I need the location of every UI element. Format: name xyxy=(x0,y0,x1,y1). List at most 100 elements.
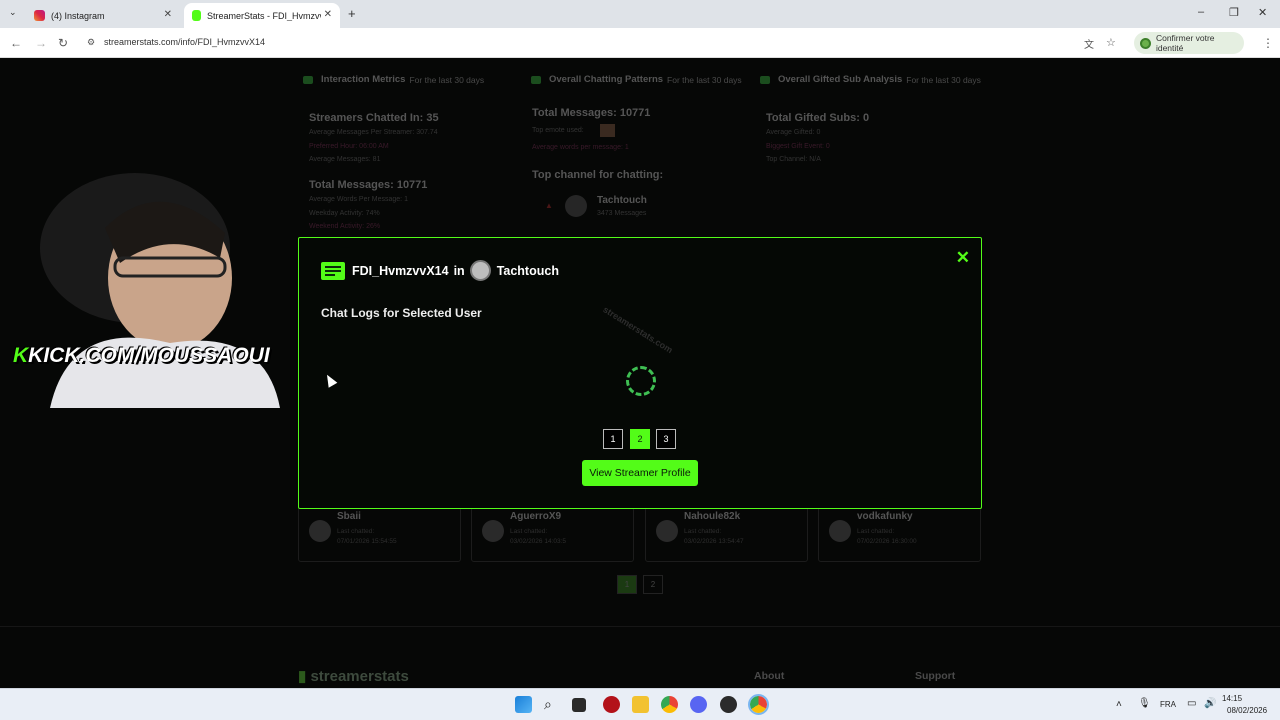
streamerstats-icon xyxy=(192,10,201,21)
page-button-2[interactable]: 2 xyxy=(643,575,663,594)
modal-title: FDI_HvmzvvX14 in Tachtouch xyxy=(321,260,559,281)
section-title: Overall Chatting Patterns xyxy=(549,74,664,85)
weekend-activity: Weekend Activity: 26% xyxy=(309,223,381,230)
avatar xyxy=(309,520,331,542)
close-tab-icon[interactable]: ✕ xyxy=(164,9,172,20)
clock-date[interactable]: 08/02/2026 xyxy=(1227,706,1267,715)
card-sub: Last chatted: xyxy=(510,528,548,535)
back-icon[interactable]: ← xyxy=(10,36,22,50)
modal-channel-name: Tachtouch xyxy=(496,263,559,278)
tab-label: StreamerStats - FDI_HvmzvvX14 xyxy=(207,10,321,21)
kick-channel-overlay: KKICK.COM/MOUSSAOUI xyxy=(13,344,270,367)
footer-about[interactable]: About xyxy=(754,670,784,682)
footer-divider xyxy=(0,626,1280,627)
window-close-icon[interactable]: ✕ xyxy=(1258,6,1267,19)
windows-taskbar: ⌕ ˄ 🎙 FRA ▭ 🔊 14:15 08/02/2026 xyxy=(0,688,1280,720)
webcam-overlay xyxy=(10,168,300,408)
file-explorer-icon[interactable] xyxy=(632,696,649,713)
loading-spinner-icon xyxy=(626,366,656,396)
tray-chevron-icon[interactable]: ˄ xyxy=(1116,699,1122,710)
restore-icon[interactable]: ❐ xyxy=(1229,6,1239,19)
modal-in-text: in xyxy=(453,263,465,278)
view-streamer-profile-button[interactable]: View Streamer Profile xyxy=(582,460,698,486)
chart-icon xyxy=(760,75,770,84)
section-subtitle: For the last 30 days xyxy=(906,74,981,85)
minimize-icon[interactable]: – xyxy=(1198,6,1204,18)
chat-logs-modal: FDI_HvmzvvX14 in Tachtouch ✕ Chat Logs f… xyxy=(298,237,982,509)
streamer-webcam-image xyxy=(40,173,280,408)
chart-icon xyxy=(303,75,313,84)
avg-messages: Average Messages: 81 xyxy=(309,156,381,163)
chrome-icon[interactable] xyxy=(661,696,678,713)
volume-icon[interactable]: 🔊 xyxy=(1204,698,1216,709)
modal-username: FDI_HvmzvvX14 xyxy=(352,263,449,278)
tab-streamerstats[interactable]: StreamerStats - FDI_HvmzvvX14 ✕ xyxy=(184,3,340,28)
menu-icon[interactable]: ⋮ xyxy=(1262,36,1274,50)
identity-button[interactable]: Confirmer votre identité xyxy=(1134,32,1244,54)
bookmark-star-icon[interactable]: ☆ xyxy=(1106,36,1116,49)
streamer-card[interactable]: AguerroX9 Last chatted: 03/02/2026 14:03… xyxy=(471,507,634,562)
translate-icon[interactable]: 文 xyxy=(1084,36,1094,51)
card-date: 07/02/2026 16:30:00 xyxy=(857,538,917,545)
top-channel-gift: Top Channel: N/A xyxy=(766,156,821,163)
avg-words-mid: Average words per message: 1 xyxy=(532,144,629,151)
close-tab-icon[interactable]: ✕ xyxy=(324,9,332,20)
modal-page-2[interactable]: 2 xyxy=(630,429,650,449)
section-subtitle: For the last 30 days xyxy=(667,74,742,85)
chat-logs-heading: Chat Logs for Selected User xyxy=(321,306,482,320)
app-icon-dark[interactable] xyxy=(720,696,737,713)
warning-icon: ▲ xyxy=(545,201,553,210)
new-tab-icon[interactable]: + xyxy=(348,6,356,21)
chart-icon xyxy=(531,75,541,84)
card-name: Sbaii xyxy=(337,511,361,522)
chrome-active-icon[interactable] xyxy=(748,694,769,715)
site-info-icon[interactable]: ⚙ xyxy=(87,37,95,48)
card-name: Nahoule82k xyxy=(684,511,741,522)
task-view-icon[interactable] xyxy=(572,698,586,712)
section-interaction-metrics: Interaction Metrics For the last 30 days xyxy=(303,74,484,85)
top-channel-msgs: 3473 Messages xyxy=(597,210,647,217)
network-icon[interactable]: ▭ xyxy=(1187,698,1196,709)
avatar xyxy=(482,520,504,542)
windows-start-icon[interactable] xyxy=(515,696,532,713)
footer-support[interactable]: Support xyxy=(915,670,955,682)
top-emote: Top emote used: xyxy=(532,127,584,134)
section-chatting-patterns: Overall Chatting Patterns For the last 3… xyxy=(531,74,742,85)
modal-page-3[interactable]: 3 xyxy=(656,429,676,449)
footer-logo[interactable]: ▮ streamerstats xyxy=(298,667,409,685)
card-name: vodkafunky xyxy=(857,511,913,522)
reload-icon[interactable]: ↻ xyxy=(58,36,68,50)
close-modal-button[interactable]: ✕ xyxy=(956,248,970,268)
language-indicator[interactable]: FRA xyxy=(1160,700,1176,709)
forward-icon[interactable]: → xyxy=(35,36,47,50)
tab-list-icon[interactable]: ⌄ xyxy=(9,7,17,18)
top-channel-label: Top channel for chatting: xyxy=(532,169,664,181)
chat-icon xyxy=(321,261,345,280)
address-bar: ← → ↻ ⚙ streamerstats.com/info/FDI_Hvmzv… xyxy=(0,28,1280,58)
tab-instagram[interactable]: (4) Instagram ✕ xyxy=(26,3,180,28)
card-sub: Last chatted: xyxy=(684,528,722,535)
avatar xyxy=(656,520,678,542)
footer-logo-text: streamerstats xyxy=(310,668,409,685)
page-button-1[interactable]: 1 xyxy=(617,575,637,594)
modal-page-1[interactable]: 1 xyxy=(603,429,623,449)
streamer-card[interactable]: Nahoule82k Last chatted: 03/02/2026 13:5… xyxy=(645,507,808,562)
search-icon[interactable]: ⌕ xyxy=(544,696,561,713)
avg-gifted: Average Gifted: 0 xyxy=(766,129,821,136)
card-sub: Last chatted: xyxy=(857,528,895,535)
microphone-icon[interactable]: 🎙 xyxy=(1138,698,1151,709)
channel-avatar xyxy=(469,260,491,281)
url-field[interactable]: streamerstats.com/info/FDI_HvmzvvX14 xyxy=(104,37,265,47)
clock-time[interactable]: 14:15 xyxy=(1222,694,1242,703)
section-title: Overall Gifted Sub Analysis xyxy=(778,74,903,85)
streamer-card[interactable]: Sbaii Last chatted: 07/01/2026 15:54:55 xyxy=(298,507,461,562)
emote-image xyxy=(600,124,615,137)
streamer-card[interactable]: vodkafunky Last chatted: 07/02/2026 16:3… xyxy=(818,507,981,562)
section-subtitle: For the last 30 days xyxy=(409,74,485,85)
card-sub: Last chatted: xyxy=(337,528,375,535)
section-gifted-subs: Overall Gifted Sub Analysis For the last… xyxy=(760,74,981,85)
discord-icon[interactable] xyxy=(690,696,707,713)
section-title: Interaction Metrics xyxy=(321,74,406,85)
app-icon-red[interactable] xyxy=(603,696,620,713)
card-date: 03/02/2026 13:54:47 xyxy=(684,538,744,545)
